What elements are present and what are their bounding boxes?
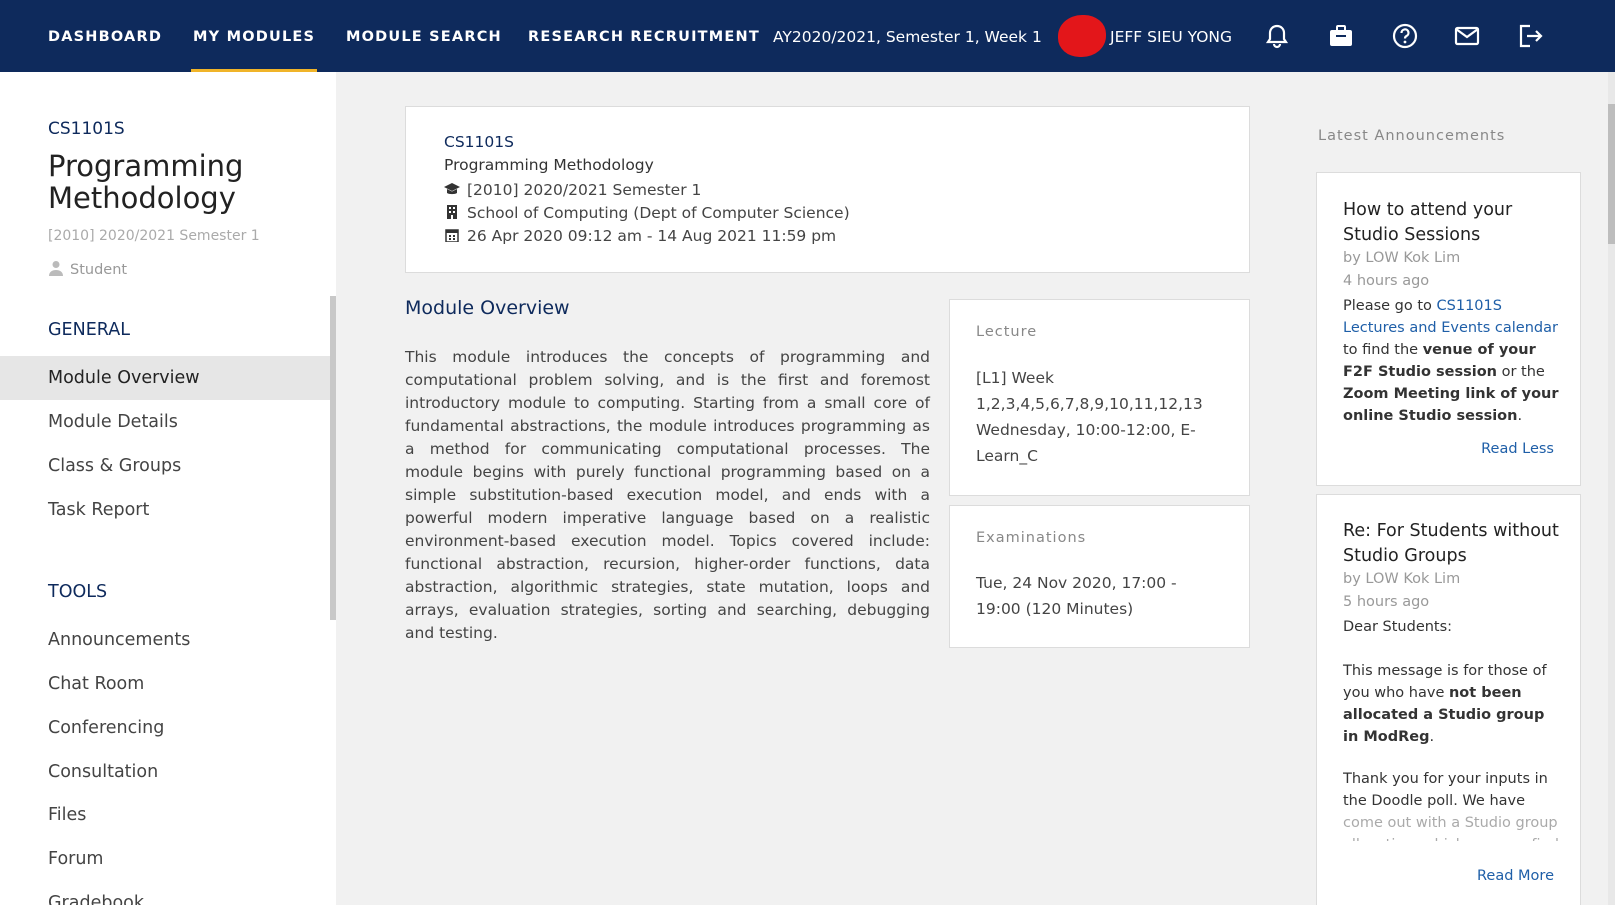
announcement-author: by LOW Kok Lim	[1343, 250, 1461, 266]
sidebar-module-code: CS1101S	[48, 119, 125, 139]
graduation-cap-icon	[444, 182, 460, 196]
overview-description: This module introduces the concepts of p…	[405, 348, 930, 642]
announcement-card: Re: For Students without Studio Groups b…	[1316, 494, 1581, 905]
sidebar-role-label: Student	[70, 262, 128, 278]
read-more-link[interactable]: Read More	[1477, 868, 1554, 884]
sidebar-item-module-details[interactable]: Module Details	[0, 400, 330, 444]
announcement-title[interactable]: Re: For Students without Studio Groups	[1343, 519, 1568, 569]
module-info-card: CS1101S Programming Methodology [2010] 2…	[405, 106, 1250, 273]
top-nav-bar: DASHBOARD MY MODULES MODULE SEARCH RESEA…	[0, 0, 1615, 72]
mail-icon[interactable]	[1453, 22, 1481, 50]
module-code: CS1101S	[444, 133, 514, 151]
sidebar-heading-tools: TOOLS	[48, 582, 108, 602]
sidebar-item-consultation[interactable]: Consultation	[0, 750, 330, 794]
briefcase-icon[interactable]	[1327, 22, 1355, 50]
sidebar-item-announcements[interactable]: Announcements	[0, 618, 330, 662]
lecture-label: Lecture	[976, 324, 1038, 340]
sidebar-item-task-report[interactable]: Task Report	[0, 488, 330, 532]
sidebar-module-title: Programming Methodology	[48, 149, 244, 215]
logout-icon[interactable]	[1516, 22, 1544, 50]
examinations-schedule: Tue, 24 Nov 2020, 17:00 - 19:00 (120 Min…	[976, 574, 1177, 618]
module-faculty-line: School of Computing (Dept of Computer Sc…	[444, 204, 850, 222]
module-faculty: School of Computing (Dept of Computer Sc…	[467, 204, 850, 222]
announcement-title[interactable]: How to attend your Studio Sessions	[1343, 198, 1568, 248]
building-icon	[444, 205, 460, 219]
current-term: AY2020/2021, Semester 1, Week 1	[773, 28, 1042, 46]
announcement-body: This message is for those of you who hav…	[1343, 663, 1547, 745]
sidebar-item-conferencing[interactable]: Conferencing	[0, 706, 330, 750]
announcement-body-continued: Thank you for your inputs in the Doodle …	[1343, 771, 1559, 841]
nav-research-recruitment[interactable]: RESEARCH RECRUITMENT	[528, 0, 760, 72]
nav-module-search[interactable]: MODULE SEARCH	[346, 0, 502, 72]
page-scrollbar[interactable]	[1608, 72, 1615, 905]
examinations-card: Examinations Tue, 24 Nov 2020, 17:00 - 1…	[949, 505, 1250, 648]
person-icon	[48, 260, 64, 276]
announcement-time: 5 hours ago	[1343, 594, 1430, 610]
module-dates-line: 26 Apr 2020 09:12 am - 14 Aug 2021 11:59…	[444, 227, 836, 245]
sidebar-item-forum[interactable]: Forum	[0, 837, 330, 881]
module-term: [2010] 2020/2021 Semester 1	[467, 181, 702, 199]
sidebar-item-files[interactable]: Files	[0, 793, 330, 837]
module-dates: 26 Apr 2020 09:12 am - 14 Aug 2021 11:59…	[467, 227, 837, 245]
examinations-label: Examinations	[976, 530, 1087, 546]
sidebar-scrollbar[interactable]	[330, 296, 336, 620]
read-less-link[interactable]: Read Less	[1481, 441, 1554, 457]
lecture-card: Lecture [L1] Week 1,2,3,4,5,6,7,8,9,10,1…	[949, 299, 1250, 496]
sidebar-item-chat-room[interactable]: Chat Room	[0, 662, 330, 706]
sidebar-item-gradebook[interactable]: Gradebook	[0, 881, 330, 905]
announcement-body: Please go to CS1101S Lectures and Events…	[1343, 298, 1559, 424]
page-scrollbar-thumb[interactable]	[1608, 104, 1615, 244]
sidebar: CS1101S Programming Methodology [2010] 2…	[0, 72, 336, 905]
avatar[interactable]	[1058, 15, 1106, 57]
nav-my-modules[interactable]: MY MODULES	[190, 0, 318, 72]
help-icon[interactable]	[1391, 22, 1419, 50]
announcement-time: 4 hours ago	[1343, 273, 1430, 289]
announcement-author: by LOW Kok Lim	[1343, 571, 1461, 587]
overview-heading: Module Overview	[405, 297, 570, 319]
sidebar-module-term: [2010] 2020/2021 Semester 1	[48, 228, 260, 244]
nav-dashboard[interactable]: DASHBOARD	[48, 0, 162, 72]
module-name: Programming Methodology	[444, 156, 654, 174]
bell-icon[interactable]	[1263, 22, 1291, 50]
calendar-icon	[444, 228, 460, 243]
sidebar-item-module-overview[interactable]: Module Overview	[0, 356, 330, 400]
module-term-line: [2010] 2020/2021 Semester 1	[444, 181, 701, 199]
sidebar-role: Student	[48, 260, 127, 278]
username[interactable]: JEFF SIEU YONG	[1110, 0, 1232, 72]
sidebar-heading-general: GENERAL	[48, 320, 130, 340]
announcement-greeting: Dear Students:	[1343, 619, 1453, 635]
announcement-card: How to attend your Studio Sessions by LO…	[1316, 172, 1581, 486]
sidebar-item-class-groups[interactable]: Class & Groups	[0, 444, 330, 488]
announcements-heading: Latest Announcements	[1318, 128, 1506, 144]
lecture-schedule: [L1] Week 1,2,3,4,5,6,7,8,9,10,11,12,13 …	[976, 369, 1203, 465]
